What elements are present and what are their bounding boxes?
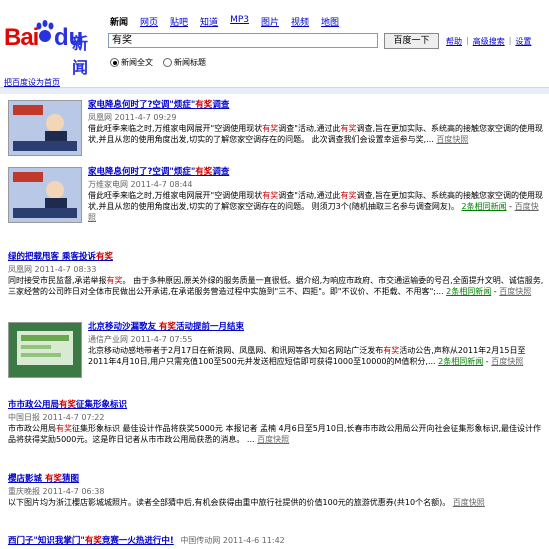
result-snippet: 凤凰网 2011-4-7 09:29 借此旺季来临之时,万维家电网展开"空调使用…	[88, 113, 544, 144]
settings-link[interactable]: 设置	[515, 36, 531, 47]
keyword-highlight: 有奖	[84, 536, 102, 546]
keyword-highlight: 有奖	[56, 424, 72, 433]
related-news-link[interactable]: 2条相同新闻	[446, 287, 491, 296]
result-snippet: 中国日报 2011-4-7 07:22 市市政公用局有奖征集形象标识 最佳设计作…	[8, 413, 542, 444]
result-thumbnail[interactable]	[8, 100, 82, 156]
result-item: 櫻店影城 有奖猜图 重庆晚报 2011-4-7 06:38 以下图片均为浙江櫻店…	[8, 472, 544, 518]
result-title[interactable]: 绿的把载甩客 乘客投诉有奖	[8, 250, 544, 262]
news-image-icon	[9, 168, 81, 222]
radio-checked-icon[interactable]	[110, 58, 119, 67]
divider-bar	[0, 87, 549, 94]
keyword-highlight: 有奖	[262, 124, 279, 133]
result-source: 中国日报 2011-4-7 07:22	[8, 413, 105, 422]
result-snippet: 万维家电网 2011-4-7 08:44 借此旺季来临之时,万维家电网展开"空调…	[88, 180, 544, 222]
result-snippet: 通信产业网 2011-4-7 07:55 北京移动动感地带者于2月17日在新浪网…	[88, 335, 526, 366]
result-item: 北京移动沙漏歌友 有奖活动提前一月结束 通信产业网 2011-4-7 07:55…	[8, 320, 544, 380]
result-title[interactable]: 櫻店影城 有奖猜图	[8, 472, 544, 484]
separator: |	[508, 36, 512, 45]
result-snippet: 重庆晚报 2011-4-7 06:38 以下图片均为浙江櫻店影城城照片。读者全部…	[8, 487, 485, 507]
nav-news[interactable]: 新闻	[110, 15, 128, 28]
advanced-search-link[interactable]: 高级搜索	[473, 36, 505, 47]
snapshot-link[interactable]: 百度快照	[257, 435, 289, 444]
nav-mp3[interactable]: MP3	[230, 15, 249, 28]
result-title[interactable]: 西门子"知识我掌门"有奖竞赛一火热进行中!	[8, 536, 174, 546]
radio-title[interactable]: 新闻标题	[163, 57, 206, 68]
search-scope: 新闻全文 新闻标题	[110, 57, 206, 68]
result-title[interactable]: 家电降息何时了?空调"烦症"有奖调查	[88, 165, 544, 177]
search-nav: 新闻 网页 贴吧 知道 MP3 图片 视频 地图	[110, 15, 339, 28]
result-item: 绿的把载甩客 乘客投诉有奖 凤凰网 2011-4-7 08:33 同时接受市民监…	[8, 250, 544, 306]
nav-video[interactable]: 视频	[291, 15, 309, 28]
header-links: 帮助 | 高级搜索 | 设置	[446, 36, 531, 47]
nav-image[interactable]: 图片	[261, 15, 279, 28]
result-source: 万维家电网 2011-4-7 08:44	[88, 180, 193, 189]
result-source: 重庆晚报 2011-4-7 06:38	[8, 487, 105, 496]
separator: |	[466, 36, 469, 45]
keyword-highlight: 有奖	[195, 100, 213, 110]
snapshot-link[interactable]: 百度快照	[453, 498, 485, 507]
nav-tieba[interactable]: 贴吧	[170, 15, 188, 28]
result-title[interactable]: 北京移动沙漏歌友 有奖活动提前一月结束	[88, 320, 544, 332]
result-item: 家电降息何时了?空调"烦症"有奖调查 凤凰网 2011-4-7 09:29 借此…	[8, 98, 544, 160]
result-item: 西门子"知识我掌门"有奖竞赛一火热进行中! 中国传动网 2011-4-6 11:…	[8, 534, 544, 548]
radio-unchecked-icon[interactable]	[163, 58, 172, 67]
news-image-icon	[9, 101, 81, 155]
keyword-highlight: 有奖	[158, 322, 176, 332]
keyword-highlight: 有奖	[340, 191, 357, 200]
result-snippet: 凤凰网 2011-4-7 08:33 同时接受市民监督,承诺举报有奖。 由于多种…	[8, 265, 544, 296]
related-news-link[interactable]: 2条相同新闻	[438, 357, 483, 366]
keyword-highlight: 有奖	[95, 252, 113, 262]
logo-xinwen: 新闻	[72, 34, 89, 77]
result-thumbnail[interactable]	[8, 322, 82, 378]
keyword-highlight: 有奖	[106, 276, 123, 285]
snapshot-link[interactable]: 百度快照	[436, 135, 468, 144]
result-item: 家电降息何时了?空调"烦症"有奖调查 万维家电网 2011-4-7 08:44 …	[8, 165, 544, 233]
result-item: 市市政公用局有奖征集形象标识 中国日报 2011-4-7 07:22 市市政公用…	[8, 398, 544, 454]
baidu-news-logo[interactable]: Bai du 新闻	[4, 18, 100, 77]
news-image-icon	[9, 323, 81, 377]
radio-fulltext[interactable]: 新闻全文	[110, 57, 153, 68]
keyword-highlight: 有奖	[383, 346, 400, 355]
keyword-highlight: 有奖	[340, 124, 357, 133]
related-news-link[interactable]: 2条相同新闻	[462, 202, 507, 211]
result-title[interactable]: 家电降息何时了?空调"烦症"有奖调查	[88, 98, 544, 110]
nav-web[interactable]: 网页	[140, 15, 158, 28]
keyword-highlight: 有奖	[44, 474, 62, 484]
result-source: 凤凰网 2011-4-7 09:29	[88, 113, 177, 122]
nav-zhidao[interactable]: 知道	[200, 15, 218, 28]
help-link[interactable]: 帮助	[446, 36, 462, 47]
keyword-highlight: 有奖	[195, 167, 213, 177]
paw-icon	[36, 20, 54, 42]
search-button[interactable]: 百度一下	[384, 33, 439, 49]
snapshot-link[interactable]: 百度快照	[499, 287, 531, 296]
snapshot-link[interactable]: 百度快照	[491, 357, 523, 366]
result-source: 中国传动网 2011-4-6 11:42	[180, 536, 285, 545]
keyword-highlight: 有奖	[59, 400, 77, 410]
search-input[interactable]: 有奖	[108, 33, 378, 48]
result-source: 凤凰网 2011-4-7 08:33	[8, 265, 97, 274]
nav-map[interactable]: 地图	[321, 15, 339, 28]
header: Bai du 新闻 新闻 网页 贴吧 知道 MP3 图片 视频 地图 有奖 百度…	[0, 0, 549, 77]
result-title[interactable]: 市市政公用局有奖征集形象标识	[8, 398, 544, 410]
result-source: 通信产业网 2011-4-7 07:55	[88, 335, 193, 344]
keyword-highlight: 有奖	[262, 191, 279, 200]
result-thumbnail[interactable]	[8, 167, 82, 223]
